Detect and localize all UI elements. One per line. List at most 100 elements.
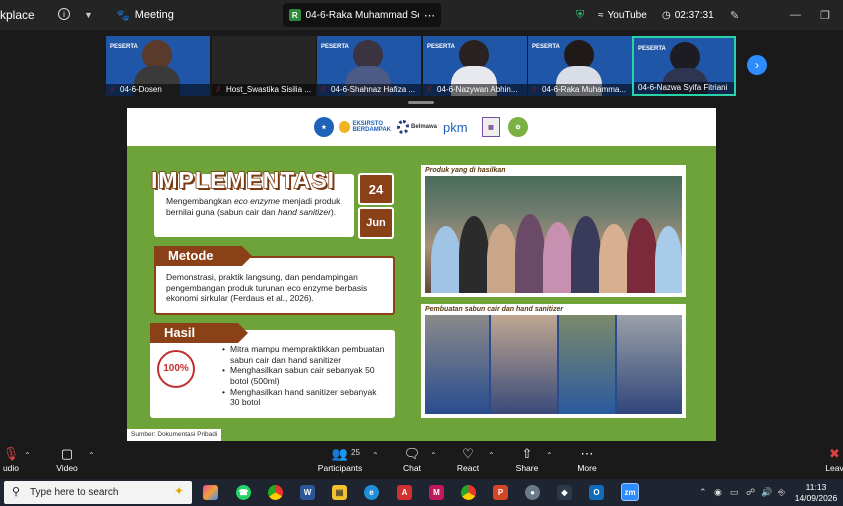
list-item: Menghasilkan hand sanitizer sebanyak 30 … bbox=[222, 387, 387, 408]
tray-volume-icon[interactable]: 🔊 bbox=[761, 479, 772, 506]
pkm-logo: pkm bbox=[443, 119, 468, 135]
share-badge: R bbox=[289, 9, 301, 21]
share-button[interactable]: ⇧ Share bbox=[514, 441, 540, 479]
thumb-banner: PESERTA bbox=[110, 44, 138, 50]
chrome-profile-icon[interactable] bbox=[461, 485, 476, 500]
tray-record-icon[interactable]: ◉ bbox=[714, 479, 722, 506]
restore-icon[interactable]: ❐ bbox=[820, 0, 830, 30]
chat-icon: 🗨 bbox=[403, 446, 421, 461]
shared-slide: ★ EKSIRSTO BERDAMPAK Belmawa pkm ▦ ✿ Meng… bbox=[127, 108, 716, 441]
more-button[interactable]: ⋯ More bbox=[574, 441, 600, 479]
share-text: 04-6-Raka Muhammad Setia's scr bbox=[305, 9, 419, 21]
acrobat-icon[interactable]: A bbox=[397, 485, 412, 500]
tray-chevron-icon[interactable]: ⌃ bbox=[699, 479, 707, 506]
participant-tile[interactable]: PESERTA ✗ 04-6-Shahnaz Hafiza ... bbox=[317, 36, 421, 96]
title-bar: kplace i ▼ 🐾 Meeting R 04-6-Raka Muhamma… bbox=[0, 0, 843, 30]
outlook-icon[interactable]: O bbox=[589, 485, 604, 500]
app-icon[interactable]: ● bbox=[525, 485, 540, 500]
app-diamond-icon[interactable]: ◆ bbox=[557, 485, 572, 500]
hasil-list: Mitra mampu mempraktikkan pembuatan sabu… bbox=[222, 344, 387, 408]
product-photo: Produk yang di hasilkan bbox=[421, 165, 686, 297]
date-day: 24 bbox=[358, 173, 394, 205]
chat-options-chevron[interactable]: ⌃ bbox=[430, 451, 437, 460]
tut-wuri-logo: ★ bbox=[314, 117, 334, 137]
video-camera-icon: ▢ bbox=[60, 446, 74, 461]
app-m-icon[interactable]: M bbox=[429, 485, 444, 500]
participant-name: Host_Swastika Sisilia ... bbox=[212, 84, 316, 96]
source-note: Sumber: Dokumentasi Pribadi bbox=[127, 429, 222, 441]
clock-date: 14/09/2026 bbox=[794, 493, 838, 503]
chevron-down-icon[interactable]: ▼ bbox=[84, 0, 93, 30]
participants-count: 25 bbox=[351, 448, 360, 457]
slide-title: IMPLEMENTASI bbox=[150, 166, 336, 194]
screen-share-indicator[interactable]: R 04-6-Raka Muhammad Setia's scr ⋯ bbox=[283, 3, 441, 27]
copilot-app-icon[interactable] bbox=[203, 485, 218, 500]
network-indicator[interactable]: ≈ YouTube bbox=[598, 0, 647, 30]
metode-text: Demonstrasi, praktik langsung, dan penda… bbox=[166, 272, 368, 304]
info-icon[interactable]: i bbox=[58, 8, 70, 20]
list-item: Menghasilkan sabun cair sebanyak 50 boto… bbox=[222, 365, 387, 386]
meeting-menu[interactable]: 🐾 Meeting bbox=[116, 0, 174, 30]
taskbar-search[interactable]: ⚲ Type here to search ✦ bbox=[4, 481, 192, 504]
participant-tile[interactable]: PESERTA ✗ 04-6-Raka Muhamma... bbox=[528, 36, 632, 96]
share-options-chevron[interactable]: ⌃ bbox=[546, 451, 553, 460]
powerpoint-icon[interactable]: P bbox=[493, 485, 508, 500]
participant-name: 04-6-Nazywan Abhin... bbox=[423, 84, 527, 96]
paw-icon: 🐾 bbox=[116, 9, 130, 22]
participant-tile[interactable]: PESERTA ✗ 04-6-Dosen bbox=[106, 36, 210, 96]
thumb-banner: PESERTA bbox=[638, 46, 666, 52]
university-logo: ▦ bbox=[482, 117, 500, 137]
file-explorer-icon[interactable]: ▤ bbox=[332, 485, 347, 500]
more-options-icon[interactable]: ⋯ bbox=[424, 9, 435, 22]
react-options-chevron[interactable]: ⌃ bbox=[488, 451, 495, 460]
participant-tile[interactable]: PESERTA ✗ 04-6-Nazywan Abhin... bbox=[423, 36, 527, 96]
hasil-label: Hasil bbox=[150, 323, 248, 343]
more-dots-icon: ⋯ bbox=[580, 446, 594, 461]
audio-button[interactable]: 🎙 udio bbox=[0, 441, 22, 479]
minimize-icon[interactable]: — bbox=[790, 0, 801, 30]
implementation-text: Mengembangkan eco enzyme menjadi produk … bbox=[166, 196, 341, 217]
next-page-button[interactable]: › bbox=[747, 55, 767, 75]
window-title: kplace bbox=[0, 8, 35, 22]
word-icon[interactable]: W bbox=[300, 485, 315, 500]
shield-icon[interactable]: ⛨ bbox=[576, 0, 584, 30]
metode-label: Metode bbox=[154, 246, 252, 266]
zoom-app-icon[interactable]: zm bbox=[621, 483, 639, 501]
meeting-timer: ◷ 02:37:31 bbox=[662, 0, 714, 30]
drag-handle[interactable] bbox=[408, 101, 434, 104]
process-photo-image bbox=[425, 315, 682, 414]
photo-caption: Produk yang di hasilkan bbox=[425, 167, 506, 174]
share-screen-icon: ⇧ bbox=[521, 446, 533, 461]
mic-muted-icon: 🎙 bbox=[2, 446, 20, 461]
leave-button[interactable]: ✖ Leav bbox=[825, 441, 843, 479]
browser-tab-label: YouTube bbox=[607, 9, 647, 21]
taskbar-clock[interactable]: 11:13 14/09/2026 bbox=[794, 482, 838, 504]
participants-options-chevron[interactable]: ⌃ bbox=[372, 451, 379, 460]
clock-icon: ◷ bbox=[662, 9, 671, 21]
participant-tile-active[interactable]: PESERTA 04-6-Nazwa Syifa Fitriani bbox=[632, 36, 736, 96]
participant-tile[interactable]: ✗ Host_Swastika Sisilia ... bbox=[212, 36, 316, 96]
tray-network-icon[interactable]: ☍ bbox=[746, 479, 755, 506]
chrome-icon[interactable] bbox=[268, 485, 283, 500]
chat-button[interactable]: 🗨 Chat bbox=[400, 441, 424, 479]
leave-icon: ✖ bbox=[829, 446, 840, 461]
participants-button[interactable]: 👥 Participants bbox=[318, 441, 362, 479]
photo-caption: Pembuatan sabun cair dan hand sanitizer bbox=[425, 306, 564, 313]
whatsapp-icon[interactable]: ☎ bbox=[236, 485, 251, 500]
edge-icon[interactable]: e bbox=[364, 485, 379, 500]
react-button[interactable]: ♡ React bbox=[456, 441, 480, 479]
tray-battery-icon[interactable]: ▭ bbox=[730, 479, 739, 506]
stamp-100-icon: 100% bbox=[157, 350, 195, 388]
belmawa-logo: Belmawa bbox=[397, 117, 437, 137]
participants-icon: 👥 bbox=[331, 446, 349, 461]
windows-taskbar: ⚲ Type here to search ✦ ☎ W ▤ e A M P ● … bbox=[0, 479, 843, 506]
video-options-chevron[interactable]: ⌃ bbox=[88, 451, 95, 460]
thumb-banner: PESERTA bbox=[427, 44, 455, 50]
heart-icon: ♡ bbox=[462, 446, 474, 461]
meeting-toolbar: 🎙 udio ⌃ ▢ Video ⌃ 👥 Participants 25 ⌃ 🗨… bbox=[0, 441, 843, 479]
video-button[interactable]: ▢ Video bbox=[52, 441, 82, 479]
audio-options-chevron[interactable]: ⌃ bbox=[24, 451, 31, 460]
tray-language-icon[interactable]: ⎆ bbox=[778, 479, 785, 506]
search-placeholder: Type here to search bbox=[30, 487, 119, 498]
annotate-icon[interactable]: ✎ bbox=[730, 0, 739, 30]
